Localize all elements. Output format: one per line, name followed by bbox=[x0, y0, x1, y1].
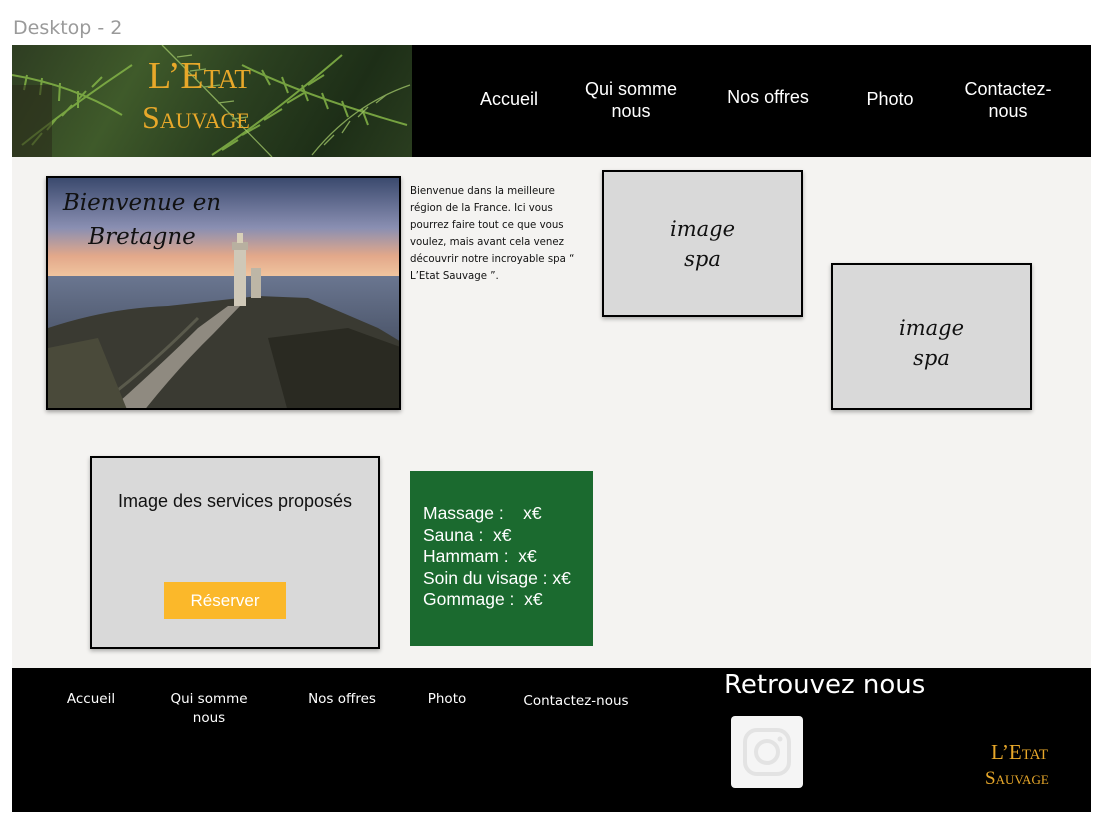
header-fern-image: L’Etat Sauvage bbox=[12, 45, 412, 157]
find-us-heading: Retrouvez nous bbox=[724, 670, 926, 700]
footer-nav-contactez-nous[interactable]: Contactez-nous bbox=[512, 692, 640, 711]
artboard: L’Etat Sauvage Accueil Qui somme nous No… bbox=[12, 45, 1091, 812]
site-header: L’Etat Sauvage Accueil Qui somme nous No… bbox=[12, 45, 1091, 157]
brand-line-1: L’Etat bbox=[148, 55, 251, 97]
price-row: Hammam : x€ bbox=[423, 546, 537, 566]
spa-image-placeholder-2: image spa bbox=[831, 263, 1032, 410]
intro-text: Bienvenue dans la meilleure région de la… bbox=[410, 186, 575, 282]
spa-image-placeholder-1: image spa bbox=[602, 170, 803, 317]
footer-brand-line-1: L’Etat bbox=[991, 740, 1049, 764]
price-row: Soin du visage : x€ bbox=[423, 567, 571, 588]
price-row: Massage : x€ bbox=[423, 503, 542, 523]
placeholder-label: image spa bbox=[898, 316, 965, 370]
frame-label: Desktop - 2 bbox=[13, 17, 123, 39]
footer-nav-photo[interactable]: Photo bbox=[417, 690, 477, 709]
footer-nav-nos-offres[interactable]: Nos offres bbox=[294, 690, 390, 709]
price-row: Sauna : x€ bbox=[423, 524, 512, 545]
brand-line-2: Sauvage bbox=[142, 99, 250, 135]
nav-contactez-nous[interactable]: Contactez-nous bbox=[956, 78, 1060, 122]
placeholder-label: image spa bbox=[669, 217, 736, 271]
services-card: Image des services proposés Réserver bbox=[90, 456, 380, 649]
services-title: Image des services proposés bbox=[117, 491, 353, 511]
footer-brand-logo[interactable]: L’Etat Sauvage bbox=[985, 740, 1085, 789]
nav-photo[interactable]: Photo bbox=[855, 88, 925, 110]
bretagne-lighthouse-photo: Bienvenue en Bretagne bbox=[46, 176, 401, 410]
footer-nav-qui-somme-nous[interactable]: Qui somme nous bbox=[165, 690, 253, 728]
instagram-icon[interactable] bbox=[731, 716, 803, 788]
hero-caption: Bienvenue en Bretagne bbox=[62, 190, 222, 250]
price-list: Massage : x€ Sauna : x€ Hammam : x€ Soin… bbox=[410, 471, 593, 646]
header-brand-logo[interactable]: L’Etat Sauvage bbox=[142, 57, 282, 133]
price-row: Gommage : x€ bbox=[423, 589, 543, 609]
site-footer: Accueil Qui somme nous Nos offres Photo … bbox=[12, 668, 1091, 812]
nav-accueil[interactable]: Accueil bbox=[474, 88, 544, 110]
nav-qui-somme-nous[interactable]: Qui somme nous bbox=[579, 78, 683, 122]
nav-nos-offres[interactable]: Nos offres bbox=[716, 86, 820, 108]
footer-brand-line-2: Sauvage bbox=[985, 768, 1049, 789]
reserve-button[interactable]: Réserver bbox=[164, 582, 286, 619]
footer-nav-accueil[interactable]: Accueil bbox=[56, 690, 126, 709]
